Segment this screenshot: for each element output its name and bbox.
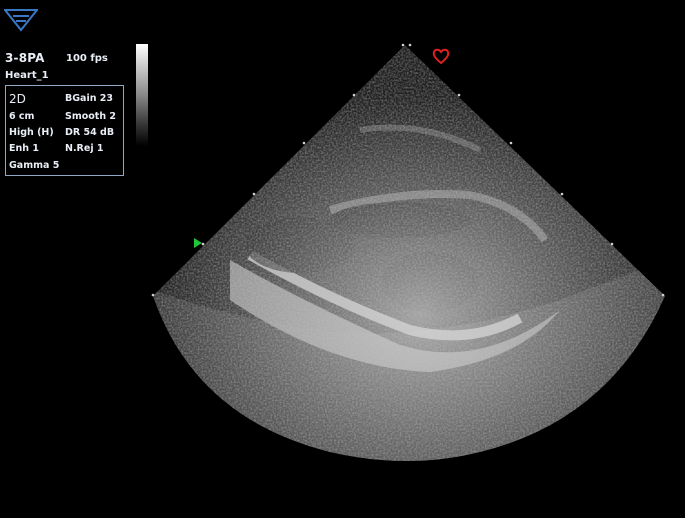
probe-label: 3-8PA bbox=[5, 51, 45, 65]
frequency-label: High (H) bbox=[9, 127, 54, 138]
mode-label: 2D bbox=[9, 92, 26, 106]
brand-logo-icon bbox=[4, 9, 38, 32]
imaging-parameters-panel: 2D BGain 23 6 cm Smooth 2 High (H) DR 54… bbox=[5, 85, 124, 176]
heart-icon bbox=[432, 48, 450, 65]
orientation-marker-icon bbox=[194, 238, 202, 248]
enhance-label: Enh 1 bbox=[9, 143, 39, 154]
ultrasound-sector bbox=[151, 43, 665, 461]
smooth-label: Smooth 2 bbox=[65, 111, 117, 122]
dynamic-range-label: DR 54 dB bbox=[65, 127, 115, 138]
gamma-label: Gamma 5 bbox=[9, 160, 60, 171]
ultrasound-image-area bbox=[0, 0, 685, 514]
gain-label: BGain 23 bbox=[65, 93, 113, 104]
frame-rate-label: 100 fps bbox=[66, 53, 108, 64]
depth-label: 6 cm bbox=[9, 111, 35, 122]
grayscale-bar bbox=[136, 44, 148, 146]
noise-reject-label: N.Rej 1 bbox=[65, 143, 104, 154]
preset-label: Heart_1 bbox=[5, 70, 49, 81]
